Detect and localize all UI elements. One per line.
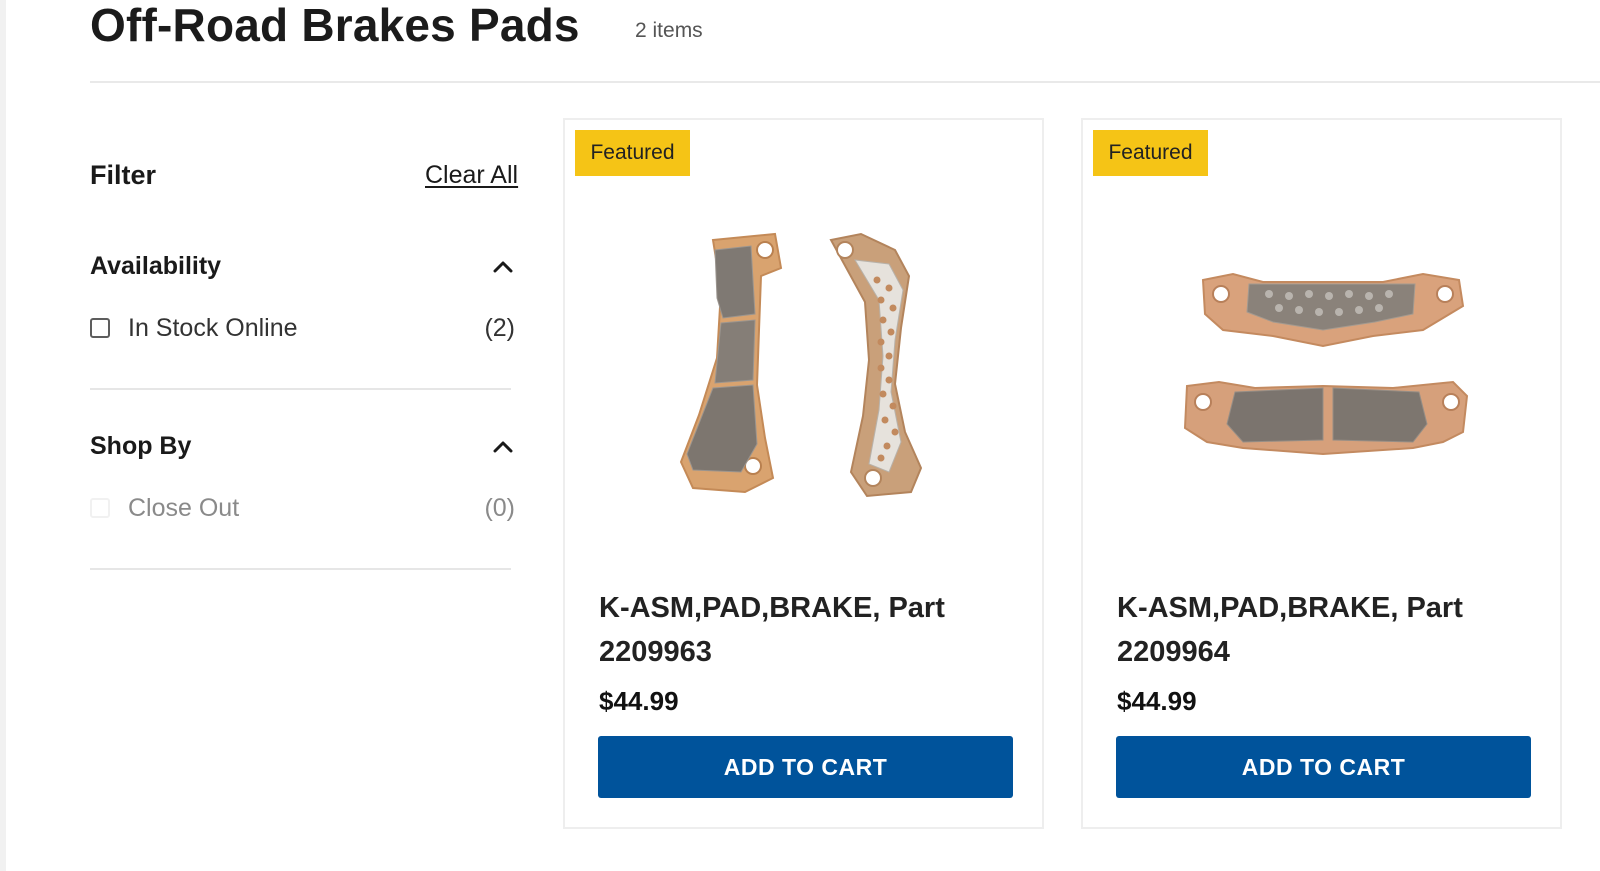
- clear-all-link[interactable]: Clear All: [425, 158, 518, 192]
- facet-count: (0): [484, 493, 515, 522]
- header-divider: [90, 81, 1600, 83]
- facet-close-out[interactable]: Close Out (0): [90, 491, 515, 525]
- filter-title: Filter: [90, 160, 157, 190]
- checkbox-icon[interactable]: [90, 318, 110, 338]
- product-image[interactable]: [1123, 210, 1523, 530]
- facet-label: In Stock Online: [128, 313, 298, 342]
- add-to-cart-button[interactable]: ADD TO CART: [598, 736, 1013, 798]
- shop-by-section-title: Shop By: [90, 431, 192, 460]
- product-price: $44.99: [1117, 686, 1197, 716]
- section-divider: [90, 388, 511, 390]
- page-title: Off-Road Brakes Pads: [90, 0, 580, 51]
- facet-count: (2): [484, 313, 515, 342]
- product-card[interactable]: Featured K-ASM,PAD,BRAKE, Part 2209964 $…: [1081, 118, 1562, 829]
- availability-section-title: Availability: [90, 251, 222, 280]
- product-card[interactable]: Featured K-ASM,PAD,BRAKE, Part 2209963 $…: [563, 118, 1044, 829]
- facet-label: Close Out: [128, 493, 240, 522]
- product-name[interactable]: K-ASM,PAD,BRAKE, Part 2209963: [599, 586, 1019, 674]
- shop-by-section-header[interactable]: Shop By: [90, 428, 515, 464]
- checkbox-icon[interactable]: [90, 498, 110, 518]
- product-price: $44.99: [599, 686, 679, 716]
- page-edge: [0, 0, 6, 871]
- chevron-up-icon: [493, 261, 513, 273]
- add-to-cart-button[interactable]: ADD TO CART: [1116, 736, 1531, 798]
- product-image[interactable]: [605, 210, 1005, 530]
- section-divider: [90, 568, 511, 570]
- chevron-up-icon: [493, 441, 513, 453]
- featured-badge: Featured: [1093, 130, 1208, 176]
- item-count: 2 items: [635, 19, 703, 42]
- facet-in-stock-online[interactable]: In Stock Online (2): [90, 311, 515, 345]
- availability-section-header[interactable]: Availability: [90, 248, 515, 284]
- featured-badge: Featured: [575, 130, 690, 176]
- product-name[interactable]: K-ASM,PAD,BRAKE, Part 2209964: [1117, 586, 1537, 674]
